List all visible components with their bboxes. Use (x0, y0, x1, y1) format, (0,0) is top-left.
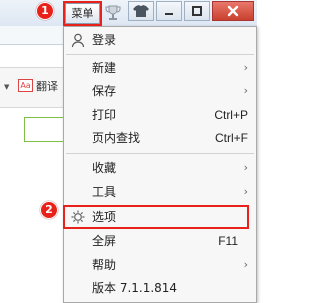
menu-item-find[interactable]: 页内查找 Ctrl+F (64, 127, 256, 149)
submenu-arrow-icon: › (243, 84, 248, 97)
menu-item-print[interactable]: 打印 Ctrl+P (64, 104, 256, 126)
submenu-arrow-icon: › (243, 185, 248, 198)
dropdown-arrow-icon[interactable]: ▼ (4, 83, 9, 91)
menu-item-help-label: 帮助 (92, 258, 117, 272)
maximize-icon (192, 6, 202, 16)
submenu-arrow-icon: › (243, 161, 248, 174)
user-icon (71, 33, 85, 48)
options-highlight (63, 205, 249, 229)
translate-button[interactable]: 翻译 (36, 78, 58, 94)
menu-item-favorites[interactable]: 收藏 › (64, 157, 256, 179)
print-shortcut: Ctrl+P (214, 108, 248, 122)
step-badge-2: 2 (40, 201, 58, 219)
version-label: 版本 7.1.1.814 (92, 281, 178, 295)
translate-icon[interactable]: Aa (18, 79, 33, 92)
menu-item-tools-label: 工具 (92, 185, 117, 199)
minimize-icon (165, 13, 173, 15)
menu-item-find-label: 页内查找 (92, 131, 141, 145)
toolbar-background (0, 26, 64, 45)
maximize-button[interactable] (184, 1, 210, 21)
find-shortcut: Ctrl+F (215, 131, 248, 145)
menu-item-new-label: 新建 (92, 61, 117, 75)
menu-item-new[interactable]: 新建 › (64, 57, 256, 79)
menu-item-save-label: 保存 (92, 84, 117, 98)
menu-item-login-label: 登录 (92, 33, 117, 47)
page-input-field[interactable] (24, 117, 66, 142)
shirt-icon (133, 5, 149, 17)
main-menu: 登录 新建 › 保存 › 打印 Ctrl+P 页内查找 Ctrl+F 收藏 › … (63, 26, 257, 303)
menu-item-help[interactable]: 帮助 › (64, 254, 256, 276)
fullscreen-shortcut: F11 (218, 234, 238, 248)
close-icon (227, 5, 239, 17)
trophy-icon[interactable] (103, 3, 123, 23)
menu-separator (66, 54, 254, 55)
menu-item-tools[interactable]: 工具 › (64, 181, 256, 203)
menu-button-highlight (63, 1, 102, 26)
menu-item-print-label: 打印 (92, 108, 117, 122)
minimize-button[interactable] (156, 1, 182, 21)
close-button[interactable] (212, 1, 254, 21)
skin-button[interactable] (128, 1, 154, 21)
submenu-arrow-icon: › (243, 61, 248, 74)
menu-item-login[interactable]: 登录 (64, 29, 256, 51)
menu-item-fullscreen-label: 全屏 (92, 234, 117, 248)
menu-separator (66, 153, 254, 154)
step-badge-1: 1 (36, 2, 54, 20)
submenu-arrow-icon: › (243, 258, 248, 271)
menu-item-favorites-label: 收藏 (92, 161, 117, 175)
menu-item-fullscreen[interactable]: 全屏 F11 (64, 230, 256, 252)
menu-item-version: 版本 7.1.1.814 (64, 277, 256, 299)
menu-item-save[interactable]: 保存 › (64, 80, 256, 102)
